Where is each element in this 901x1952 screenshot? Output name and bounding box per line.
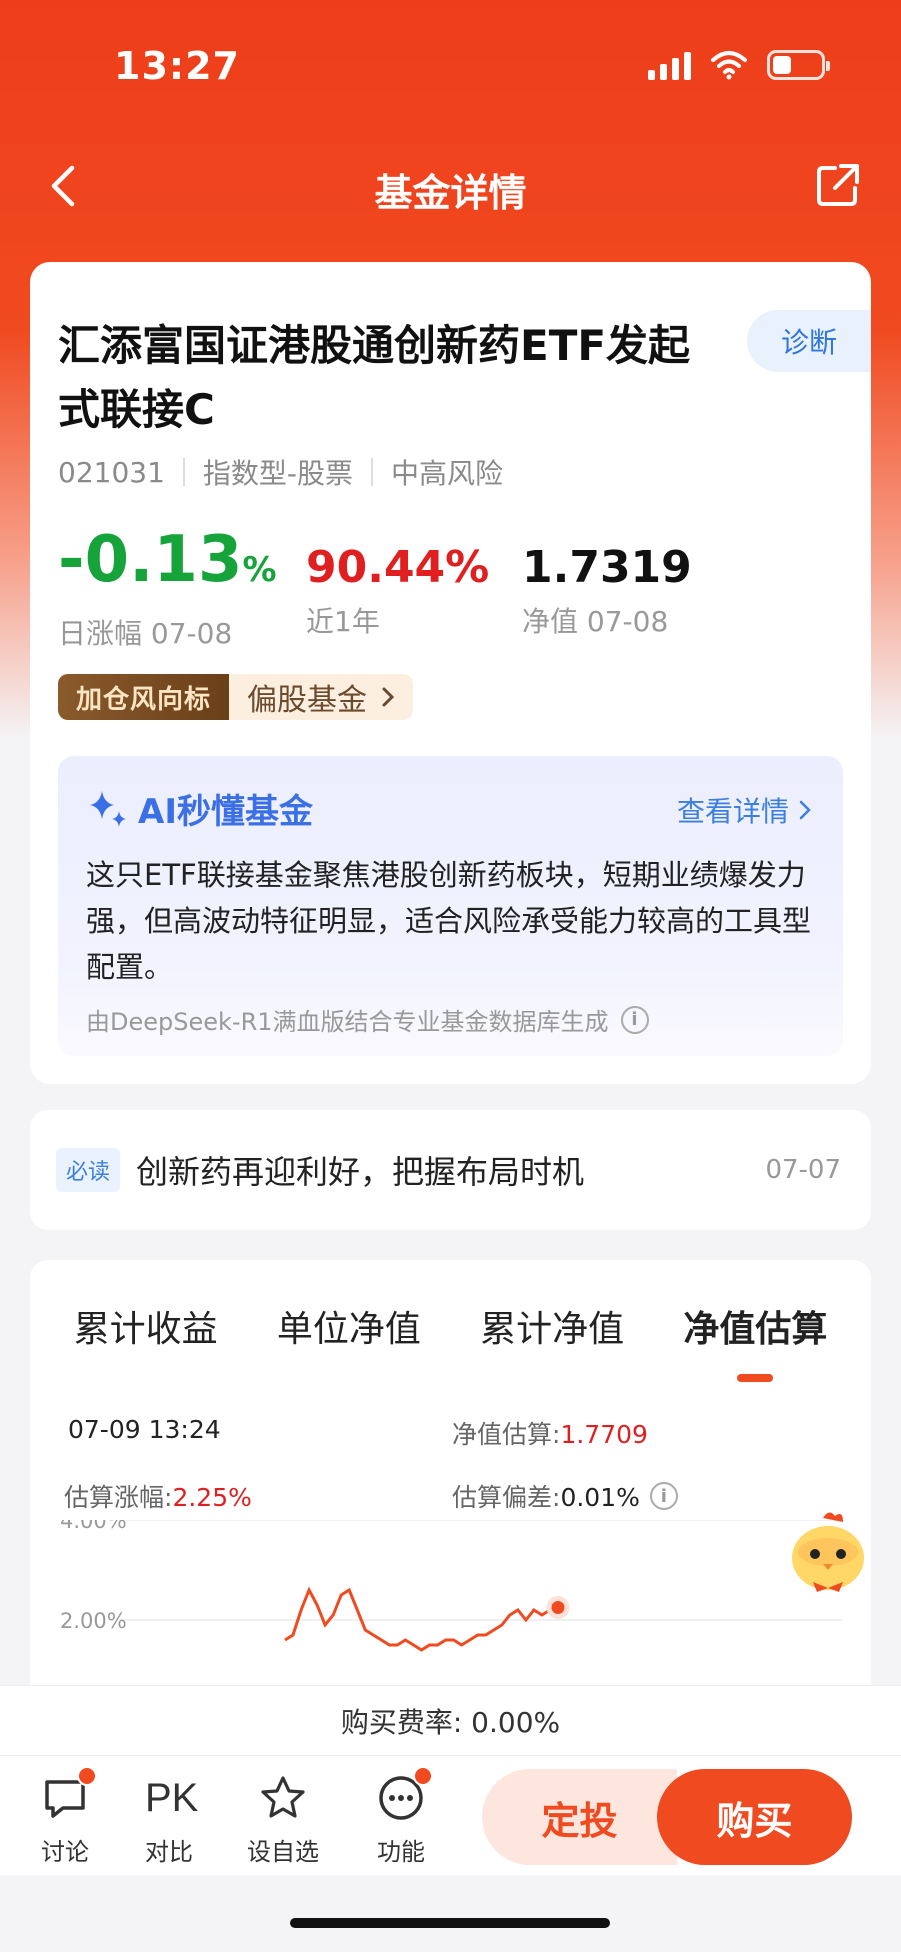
- fund-meta: 021031 指数型-股票 中高风险: [58, 452, 503, 492]
- cellular-signal-icon: [648, 50, 691, 80]
- news-card[interactable]: 必读 创新药再迎利好，把握布局时机 07-07: [30, 1110, 871, 1230]
- ai-title: AI秒懂基金: [86, 784, 313, 833]
- must-read-badge: 必读: [56, 1148, 121, 1192]
- page-title: 基金详情: [374, 171, 527, 215]
- performance-chart-card: 累计收益 单位净值 累计净值 净值估算 07-09 13:24 净值估算:1.7…: [30, 1260, 871, 1730]
- estimate-deviation-value: 0.01%: [560, 1483, 640, 1512]
- chart-tabs: 累计收益 单位净值 累计净值 净值估算: [30, 1300, 871, 1382]
- nav-value: 1.7319: [522, 542, 692, 593]
- info-icon[interactable]: i: [649, 1482, 678, 1510]
- chat-bubble-icon: [41, 1766, 97, 1822]
- fund-tag-row[interactable]: 加仓风向标 偏股基金: [58, 674, 414, 720]
- y-tick-label: 4.00%: [60, 1520, 127, 1533]
- auto-invest-button[interactable]: 定投: [482, 1769, 677, 1865]
- nav-stat: 1.7319 净值 07-08: [522, 524, 692, 640]
- estimate-change-value: 2.25%: [172, 1483, 252, 1512]
- discuss-label: 讨论: [41, 1838, 89, 1866]
- latest-point-marker: [546, 1596, 570, 1619]
- info-icon[interactable]: i: [620, 1005, 649, 1034]
- more-functions-button[interactable]: 功能: [356, 1766, 446, 1867]
- diagnose-button[interactable]: 诊断: [747, 310, 871, 372]
- share-icon[interactable]: [813, 160, 863, 210]
- daily-change-stat: -0.13% 日涨幅 07-08: [58, 524, 277, 652]
- discuss-button[interactable]: 讨论: [20, 1766, 110, 1867]
- chevron-right-icon: [799, 800, 811, 820]
- tab-cumulative-nav[interactable]: 累计净值: [480, 1300, 624, 1370]
- ai-summary-box: AI秒懂基金 查看详情 这只ETF联接基金聚焦港股创新药板块，短期业绩爆发力强，…: [58, 756, 843, 1056]
- news-title: 创新药再迎利好，把握布局时机: [136, 1153, 585, 1191]
- daily-change-value: -0.13%: [58, 523, 277, 597]
- meta-divider: [371, 458, 373, 486]
- star-icon: [259, 1774, 307, 1822]
- mascot-chick-icon[interactable]: [783, 1508, 873, 1598]
- ai-summary-text: 这只ETF联接基金聚焦港股创新药板块，短期业绩爆发力强，但高波动特征明显，适合风…: [86, 858, 812, 984]
- pk-icon: PK: [145, 1776, 199, 1820]
- purchase-fee-rate: 购买费率: 0.00%: [0, 1685, 901, 1755]
- fund-category-label: 偏股基金: [247, 683, 368, 718]
- action-buttons: 定投 购买: [482, 1769, 852, 1865]
- fund-type: 指数型-股票: [202, 457, 353, 490]
- buy-button[interactable]: 购买: [657, 1769, 852, 1865]
- status-time: 13:27: [114, 44, 240, 88]
- add-position-badge: 加仓风向标: [58, 674, 230, 720]
- estimate-time: 07-09 13:24: [68, 1415, 221, 1444]
- fund-risk: 中高风险: [391, 457, 504, 490]
- nav-label: 净值 07-08: [522, 605, 669, 638]
- year-return-stat: 90.44% 近1年: [306, 524, 489, 640]
- status-bar: 13:27: [0, 0, 901, 130]
- fund-name: 汇添富国证港股通创新药ETF发起式联接C: [58, 321, 691, 434]
- more-dots-icon: [377, 1766, 433, 1822]
- home-indicator: [290, 1918, 610, 1928]
- nav-estimate-value: 1.7709: [560, 1420, 648, 1449]
- wifi-icon: [711, 51, 747, 80]
- compare-button[interactable]: PK 对比: [124, 1774, 214, 1867]
- battery-icon: [767, 50, 830, 80]
- notification-dot: [413, 1766, 433, 1786]
- year-return-label: 近1年: [306, 605, 380, 638]
- chevron-right-icon: [382, 687, 395, 707]
- estimate-change: 估算涨幅:2.25%: [64, 1478, 252, 1514]
- nav-estimate: 净值估算:1.7709: [452, 1415, 648, 1451]
- ai-title-text: AI秒懂基金: [138, 792, 313, 832]
- ai-footer: 由DeepSeek-R1满血版结合专业基金数据库生成 i: [86, 1002, 649, 1037]
- y-tick-label: 2.00%: [60, 1609, 127, 1633]
- estimate-deviation-label: 估算偏差:: [452, 1483, 561, 1512]
- estimate-change-label: 估算涨幅:: [64, 1483, 173, 1512]
- notification-dot: [77, 1766, 97, 1786]
- ai-detail-label: 查看详情: [676, 795, 789, 828]
- sparkle-icon: [90, 790, 126, 827]
- fund-category-tag: 偏股基金: [229, 674, 414, 720]
- nav-bar: 基金详情: [0, 150, 901, 220]
- add-watchlist-button[interactable]: 设自选: [238, 1774, 328, 1867]
- tab-cumulative-return[interactable]: 累计收益: [74, 1300, 218, 1370]
- compare-label: 对比: [145, 1838, 193, 1866]
- bottom-action-bar: 讨论 PK 对比 设自选 功能 定投 购买: [0, 1755, 901, 1875]
- year-return-value: 90.44%: [306, 542, 490, 593]
- status-icons: [648, 50, 830, 80]
- ai-footer-text: 由DeepSeek-R1满血版结合专业基金数据库生成: [86, 1008, 609, 1036]
- fund-summary-card: 汇添富国证港股通创新药ETF发起式联接C 诊断 021031 指数型-股票 中高…: [30, 262, 871, 1084]
- fund-code: 021031: [58, 455, 165, 489]
- tab-nav-estimate[interactable]: 净值估算: [683, 1300, 827, 1382]
- tab-unit-nav[interactable]: 单位净值: [277, 1300, 421, 1370]
- nav-estimate-label: 净值估算:: [452, 1420, 561, 1449]
- meta-divider: [182, 458, 185, 486]
- ai-detail-link[interactable]: 查看详情: [677, 790, 811, 830]
- add-watchlist-label: 设自选: [247, 1838, 319, 1866]
- estimate-deviation: 估算偏差:0.01% i: [452, 1478, 678, 1514]
- news-date: 07-07: [765, 1155, 841, 1185]
- daily-change-label: 日涨幅 07-08: [58, 617, 233, 650]
- more-functions-label: 功能: [377, 1838, 425, 1866]
